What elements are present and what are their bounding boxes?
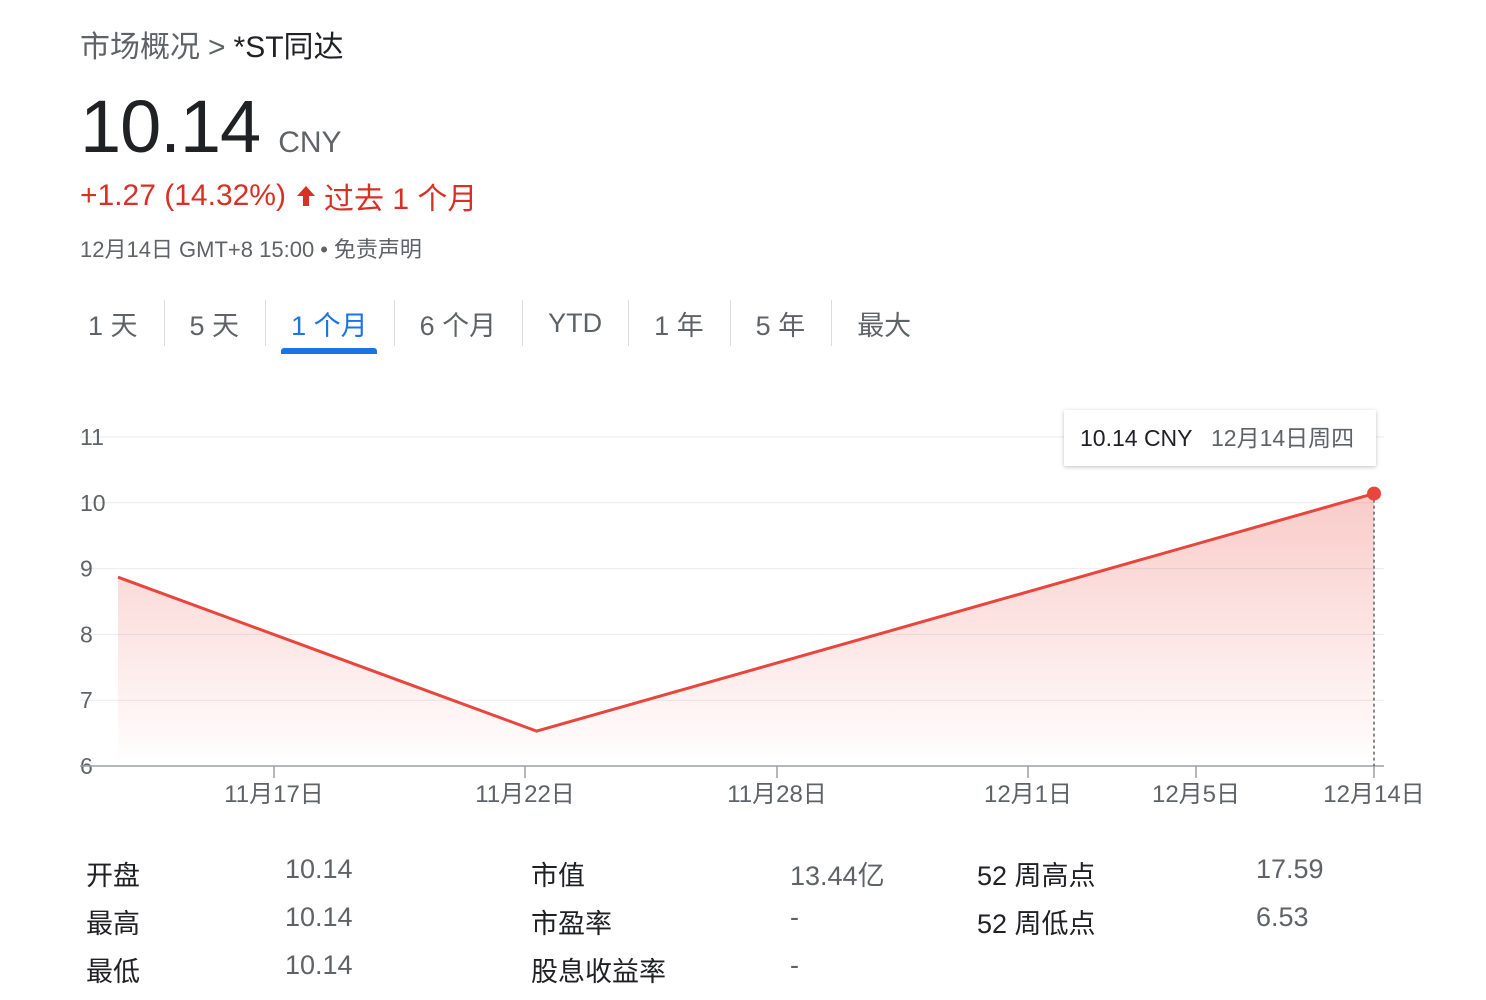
stat-high-label: 最高 [86,909,140,939]
meta-bullet: • [320,237,328,262]
stats-row: 最高 10.14 市盈率 - 52 周低点 6.53 [0,896,1486,944]
y-tick-label: 11 [80,424,104,450]
change-value: +1.27 (14.32%) [80,179,286,212]
disclaimer-link[interactable]: 免责声明 [334,237,422,262]
tab-1m[interactable]: 1 个月 [265,300,394,346]
arrow-up-icon [296,185,316,207]
x-tick-label: 12月5日 [1152,781,1240,808]
tab-5y[interactable]: 5 年 [729,300,832,346]
price-row: 10.14 CNY [80,84,342,169]
change-period: 过去 1 个月 [323,183,478,216]
x-tick-label: 12月1日 [984,781,1072,808]
tooltip-date: 12月14日周四 [1211,425,1354,451]
tab-max[interactable]: 最大 [831,300,937,346]
stats-row: 开盘 10.14 市值 13.44亿 52 周高点 17.59 [0,848,1486,896]
breadcrumb: 市场概况 > *ST同达 [80,22,344,66]
tab-1d[interactable]: 1 天 [62,300,164,346]
current-price: 10.14 [80,85,261,168]
stat-open-value: 10.14 [285,854,353,884]
y-tick-label: 10 [80,490,106,516]
current-price-dot [1367,486,1381,501]
quote-meta: 12月14日 GMT+8 15:00 • 免责声明 [80,232,422,264]
stat-high-value: 10.14 [285,902,353,932]
x-tick-label: 11月28日 [727,781,827,808]
currency-code: CNY [278,126,342,159]
x-tick-label: 12月14日 [1323,781,1424,808]
tab-6m[interactable]: 6 个月 [393,300,523,346]
stat-low52-label: 52 周低点 [977,909,1096,939]
stat-open-label: 开盘 [86,861,140,891]
tab-ytd[interactable]: YTD [522,300,628,346]
stat-div-value: - [790,950,799,980]
stat-low-label: 最低 [86,957,140,987]
y-tick-label: 9 [80,556,93,582]
stat-pe-value: - [790,902,799,932]
breadcrumb-separator: > [208,31,226,64]
price-area-fill [118,493,1374,766]
stat-mktcap-label: 市值 [531,861,585,891]
stat-low52-value: 6.53 [1256,902,1309,932]
x-axis-labels: 11月17日 11月22日 11月28日 12月1日 12月5日 12月14日 [224,766,1425,808]
y-axis-labels: 67891011 [80,424,106,779]
price-change: +1.27 (14.32%) 过去 1 个月 [80,174,477,218]
breadcrumb-current: *ST同达 [233,31,344,64]
stat-mktcap-value: 13.44亿 [790,861,885,891]
stat-pe-label: 市盈率 [531,909,612,939]
stat-low-value: 10.14 [285,950,353,980]
breadcrumb-parent-link[interactable]: 市场概况 [80,31,200,64]
tab-1y[interactable]: 1 年 [628,300,730,346]
stat-high52-value: 17.59 [1256,854,1324,884]
stat-high52-label: 52 周高点 [977,861,1096,891]
stat-div-label: 股息收益率 [531,957,666,987]
x-tick-label: 11月17日 [224,781,324,808]
tooltip-price: 10.14 CNY [1080,425,1193,451]
stats-row: 最低 10.14 股息收益率 - [0,944,1486,992]
range-tabs: 1 天 5 天 1 个月 6 个月 YTD 1 年 5 年 最大 [62,300,937,354]
y-tick-label: 8 [80,621,93,647]
price-chart[interactable]: 67891011 11月17日 11月22日 11月28日 12月1日 12月5日 12月… [0,380,1486,830]
y-tick-label: 7 [80,687,93,713]
tab-5d[interactable]: 5 天 [163,300,266,346]
quote-timestamp: 12月14日 GMT+8 15:00 [80,237,315,262]
x-tick-label: 11月22日 [475,781,575,808]
price-tooltip: 10.14 CNY 12月14日周四 [1064,410,1376,466]
